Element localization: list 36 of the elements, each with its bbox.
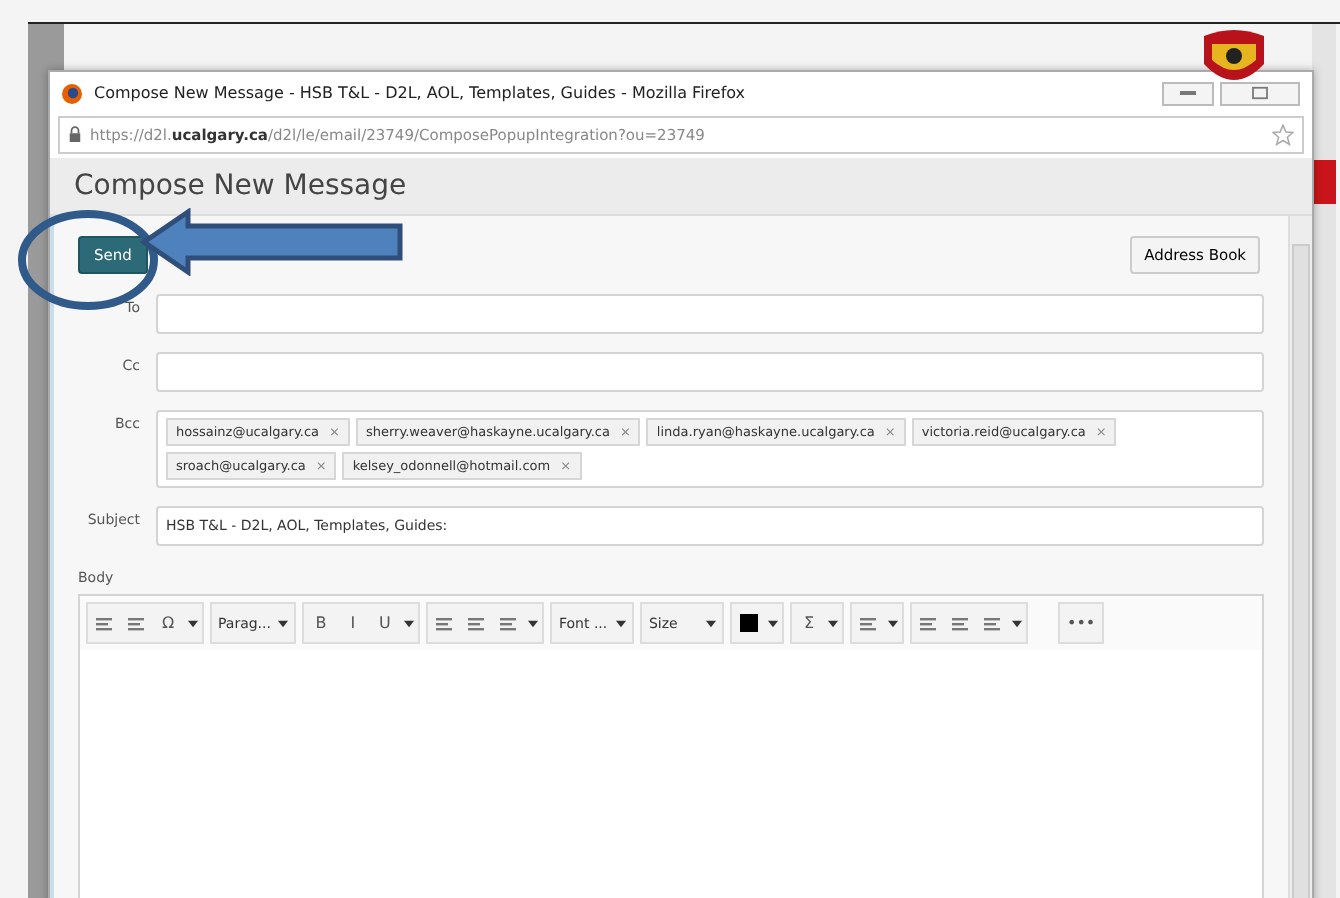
color-swatch-icon (739, 614, 758, 632)
lines-icon (982, 613, 1003, 633)
lines-icon (918, 613, 939, 633)
lines-icon (434, 613, 455, 633)
lines-icon (466, 613, 487, 633)
highlight-circle (16, 204, 160, 316)
toolbar-button[interactable]: U (368, 604, 401, 642)
maximize-button[interactable] (1220, 81, 1300, 105)
lines-icon (126, 613, 146, 633)
star-icon[interactable] (1272, 124, 1294, 146)
toolbar-button[interactable]: ••• (1060, 604, 1102, 642)
page-scrollbar[interactable] (1312, 24, 1336, 898)
caret-icon (404, 619, 415, 627)
caret-icon (278, 619, 289, 627)
lines-icon (94, 613, 114, 633)
caret-icon (188, 619, 198, 627)
caret-icon (888, 619, 899, 627)
maximize-icon (1250, 86, 1270, 100)
lines-icon (498, 613, 519, 633)
caret-icon (1012, 619, 1023, 627)
caret-icon (616, 619, 627, 627)
lock-icon (68, 126, 82, 144)
caret-icon (528, 619, 539, 627)
window-title: Compose New Message - HSB T&L - D2L, AOL, Templates, Guides - Mozilla Firefox (94, 84, 748, 102)
minimize-button[interactable] (1162, 81, 1214, 105)
scrollbar[interactable] (1288, 216, 1312, 898)
toolbar-button[interactable]: B (304, 604, 337, 642)
minimize-icon (1178, 86, 1198, 100)
caret-icon (768, 619, 779, 627)
toolbar-button[interactable]: I (336, 604, 369, 642)
lines-icon (858, 613, 879, 633)
page-heading: Compose New Message (74, 170, 407, 202)
caret-icon (828, 619, 839, 627)
lines-icon (950, 613, 971, 633)
caret-icon (706, 619, 717, 627)
browser-logo-icon (62, 83, 82, 103)
